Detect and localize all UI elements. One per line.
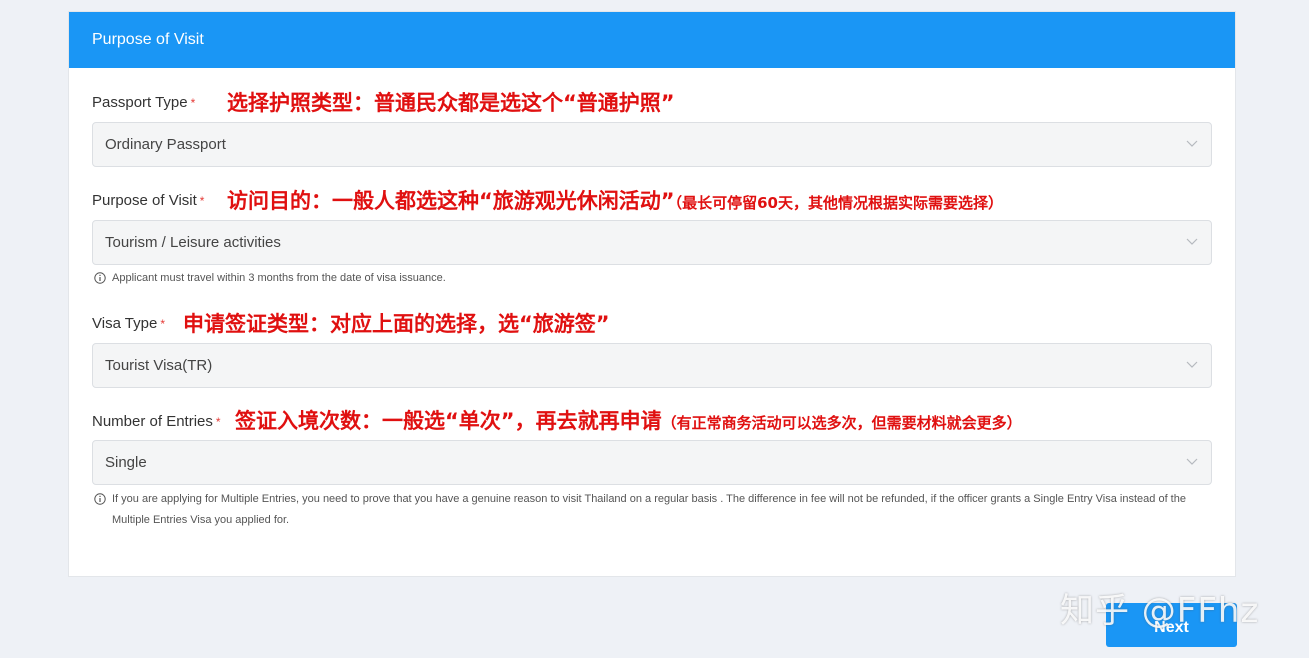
chevron-down-icon [1186,458,1198,465]
card-title: Purpose of Visit [92,31,204,48]
purpose-hint: Applicant must travel within 3 months fr… [94,268,1202,289]
passport-type-value: Ordinary Passport [105,136,226,153]
required-mark: * [160,317,165,331]
chevron-down-icon [1186,140,1198,147]
visa-type-annotation: 申请签证类型：对应上面的选择，选“旅游签” [183,308,610,338]
entries-annotation-note: （有正常商务活动可以选多次，但需要材料就会更多） [661,414,1022,432]
visa-type-value: Tourist Visa(TR) [105,357,213,374]
purpose-value: Tourism / Leisure activities [105,234,281,251]
chevron-down-icon [1186,361,1198,368]
entries-select[interactable]: Single [92,440,1212,485]
passport-type-label-text: Passport Type [92,94,188,111]
purpose-label: Purpose of Visit * [92,192,204,209]
visa-type-label: Visa Type * [92,315,165,332]
entries-label: Number of Entries * [92,413,221,430]
info-icon [94,493,106,505]
purpose-annotation-note: （最长可停留60天，其他情况根据实际需要选择） [674,194,1003,212]
entries-hint: If you are applying for Multiple Entries… [94,489,1202,531]
entries-value: Single [105,454,147,471]
purpose-annotation-text: 访问目的：一般人都选这种“旅游观光休闲活动” [227,189,675,213]
card-header: Purpose of Visit [69,12,1235,68]
purpose-annotation: 访问目的：一般人都选这种“旅游观光休闲活动”（最长可停留60天，其他情况根据实际… [227,185,1003,215]
purpose-hint-text: Applicant must travel within 3 months fr… [112,272,446,284]
entries-annotation: 签证入境次数：一般选“单次”，再去就再申请（有正常商务活动可以选多次，但需要材料… [235,405,1022,435]
entries-hint-text: If you are applying for Multiple Entries… [112,493,1186,526]
purpose-select[interactable]: Tourism / Leisure activities [92,220,1212,265]
chevron-down-icon [1186,238,1198,245]
purpose-label-text: Purpose of Visit [92,192,197,209]
purpose-of-visit-card: Purpose of Visit Passport Type * 选择护照类型：普… [68,11,1236,577]
passport-type-select[interactable]: Ordinary Passport [92,122,1212,167]
visa-type-select[interactable]: Tourist Visa(TR) [92,343,1212,388]
watermark: 知乎 @FFhz [1060,591,1260,631]
visa-type-annotation-text: 申请签证类型：对应上面的选择，选“旅游签” [183,312,610,336]
passport-type-annotation-text: 选择护照类型：普通民众都是选这个“普通护照” [227,91,675,115]
passport-type-annotation: 选择护照类型：普通民众都是选这个“普通护照” [227,87,675,117]
info-icon [94,272,106,284]
visa-type-label-text: Visa Type [92,315,158,332]
required-mark: * [215,415,221,429]
passport-type-label: Passport Type * [92,94,195,111]
required-mark: * [190,96,196,110]
entries-annotation-text: 签证入境次数：一般选“单次”，再去就再申请 [235,409,662,433]
required-mark: * [199,194,205,208]
entries-label-text: Number of Entries [92,413,213,430]
